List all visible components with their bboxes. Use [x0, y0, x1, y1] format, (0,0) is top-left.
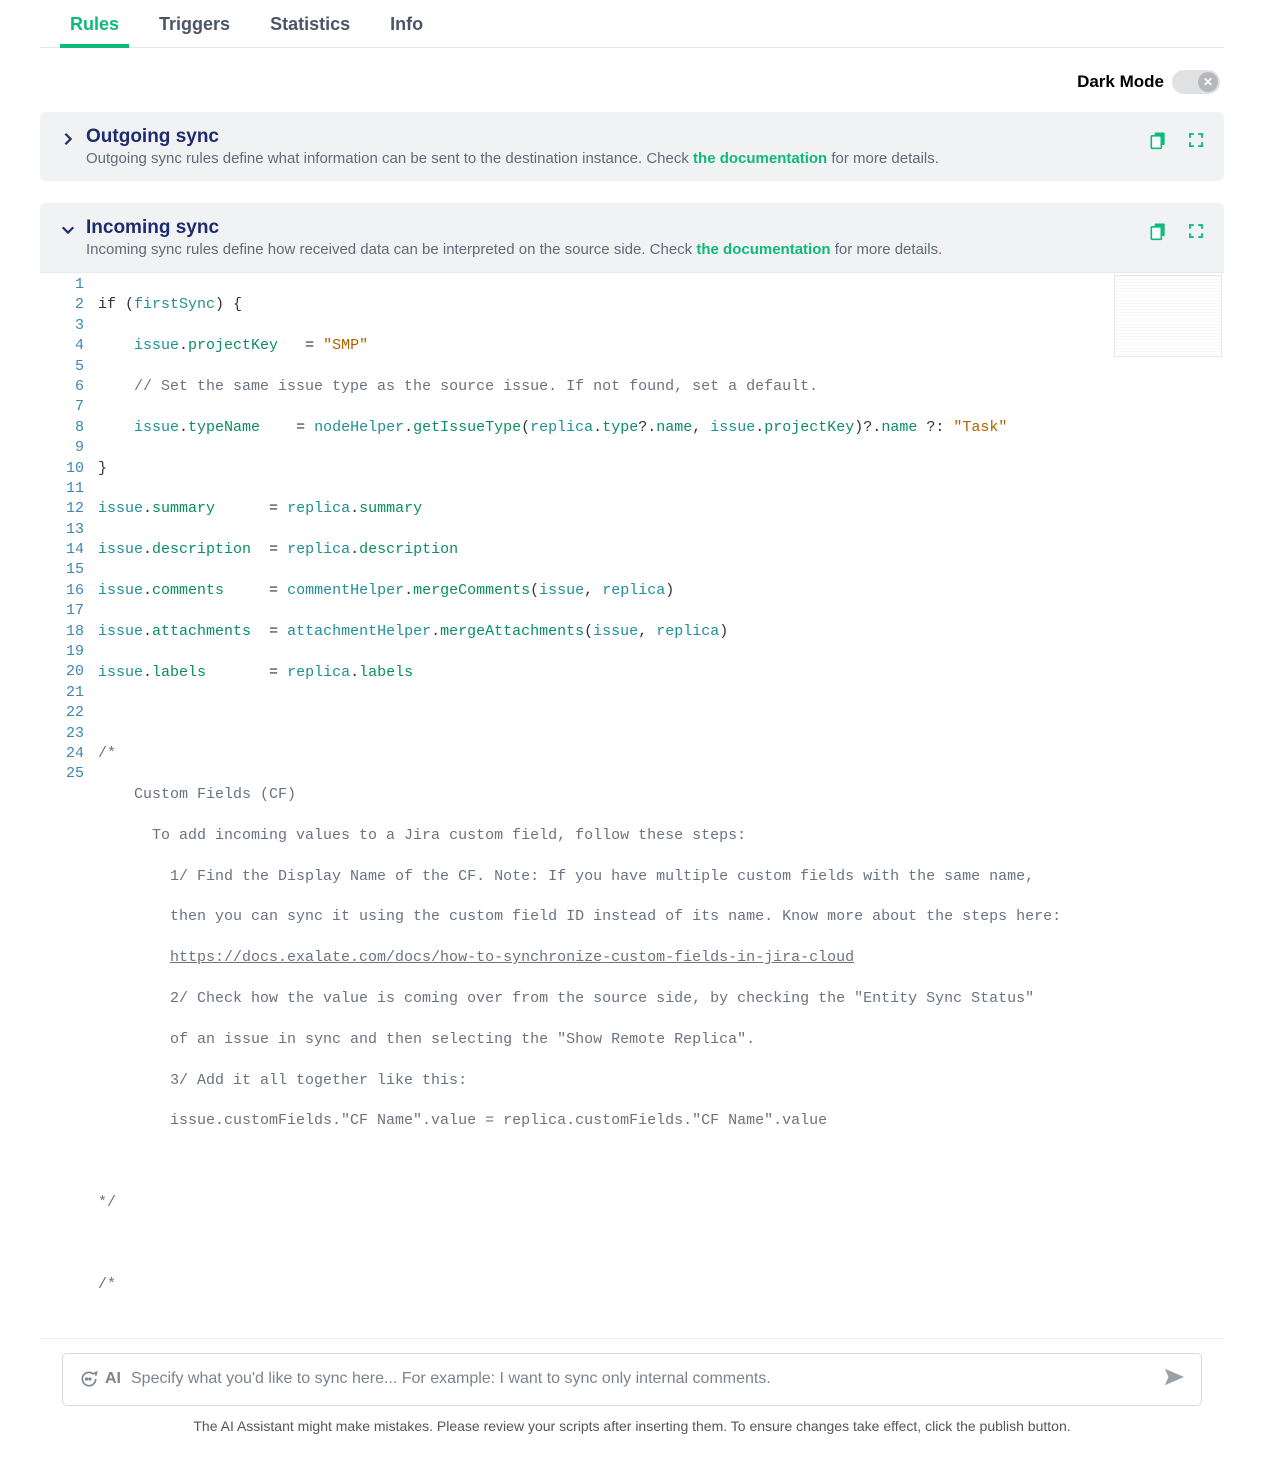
incoming-subtitle: Incoming sync rules define how received …: [86, 241, 1136, 258]
ai-assist-area: AI Specify what you'd like to sync here.…: [40, 1338, 1224, 1444]
code-body[interactable]: if (firstSync) { issue.projectKey = "SMP…: [98, 273, 1110, 1338]
tab-rules[interactable]: Rules: [70, 14, 119, 47]
code-editor[interactable]: 1234567891011121314151617181920212223242…: [40, 272, 1224, 1338]
dark-mode-row: Dark Mode ✕: [40, 48, 1224, 112]
ai-input-box[interactable]: AI Specify what you'd like to sync here.…: [62, 1353, 1202, 1406]
incoming-doc-link[interactable]: the documentation: [696, 241, 830, 258]
toggle-knob: ✕: [1198, 72, 1218, 92]
ai-badge: AI: [79, 1369, 121, 1389]
copy-icon[interactable]: [1148, 221, 1168, 241]
incoming-title: Incoming sync: [86, 217, 1136, 239]
close-icon: ✕: [1203, 75, 1213, 89]
line-gutter: 1234567891011121314151617181920212223242…: [40, 273, 98, 1338]
outgoing-sync-panel: Outgoing sync Outgoing sync rules define…: [40, 112, 1224, 181]
tab-info[interactable]: Info: [390, 14, 423, 47]
send-icon[interactable]: [1163, 1366, 1185, 1393]
tab-statistics[interactable]: Statistics: [270, 14, 350, 47]
expand-icon[interactable]: [1186, 130, 1206, 150]
minimap[interactable]: [1114, 275, 1222, 357]
copy-icon[interactable]: [1148, 130, 1168, 150]
ai-placeholder: Specify what you'd like to sync here... …: [131, 1370, 1153, 1388]
dark-mode-toggle[interactable]: ✕: [1172, 70, 1220, 94]
chat-icon: [79, 1369, 99, 1389]
outgoing-title: Outgoing sync: [86, 126, 1136, 148]
outgoing-doc-link[interactable]: the documentation: [693, 150, 827, 167]
outgoing-subtitle: Outgoing sync rules define what informat…: [86, 150, 1136, 167]
tabs-bar: Rules Triggers Statistics Info: [40, 0, 1224, 48]
expand-icon[interactable]: [1186, 221, 1206, 241]
tab-triggers[interactable]: Triggers: [159, 14, 230, 47]
chevron-right-icon[interactable]: [58, 129, 78, 149]
incoming-sync-panel: Incoming sync Incoming sync rules define…: [40, 203, 1224, 1444]
chevron-down-icon[interactable]: [58, 220, 78, 240]
dark-mode-label: Dark Mode: [1077, 72, 1164, 92]
ai-disclaimer: The AI Assistant might make mistakes. Pl…: [62, 1418, 1202, 1434]
